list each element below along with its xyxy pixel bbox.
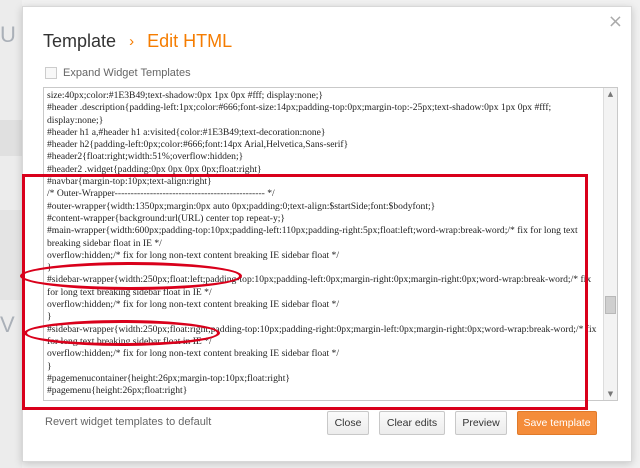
code-line[interactable]: size:40px;color:#1E3B49;text-shadow:0px … <box>47 90 600 102</box>
code-line[interactable]: #header h2{padding-left:0px;color:#666;f… <box>47 139 600 151</box>
code-line[interactable]: #pagemenu{height:26px;float:right} <box>47 385 600 397</box>
code-line[interactable]: } <box>47 262 600 274</box>
expand-widget-label: Expand Widget Templates <box>63 67 191 79</box>
scroll-up-icon[interactable]: ▲ <box>604 88 617 100</box>
expand-widget-templates-option[interactable]: Expand Widget Templates <box>45 67 191 79</box>
background-text: U <box>0 22 16 47</box>
expand-widget-checkbox[interactable] <box>45 67 57 79</box>
breadcrumb-template[interactable]: Template <box>43 31 116 51</box>
close-button[interactable]: Close <box>327 411 369 435</box>
dialog-title: Template › Edit HTML <box>43 31 232 52</box>
revert-widget-templates-link[interactable]: Revert widget templates to default <box>45 416 211 428</box>
code-line[interactable]: #main-wrapper{width:600px;padding-top:10… <box>47 225 600 250</box>
code-line[interactable]: #pagemenucontainer{height:26px;margin-to… <box>47 373 600 385</box>
code-line[interactable]: #header h1 a,#header h1 a:visited{color:… <box>47 127 600 139</box>
background-panel <box>0 120 22 156</box>
code-line[interactable]: overflow:hidden;/* fix for long non-text… <box>47 299 600 311</box>
edit-html-dialog: × Template › Edit HTML Expand Widget Tem… <box>22 6 632 462</box>
save-template-button[interactable]: Save template <box>517 411 597 435</box>
clear-edits-button[interactable]: Clear edits <box>379 411 445 435</box>
code-line[interactable]: #sidebar-wrapper{width:250px;float:right… <box>47 324 600 349</box>
code-line[interactable]: overflow:hidden;/* fix for long non-text… <box>47 348 600 360</box>
breadcrumb-separator-icon: › <box>129 33 135 50</box>
background-panel <box>0 210 22 300</box>
code-line[interactable]: #outer-wrapper{width:1350px;margin:0px a… <box>47 201 600 213</box>
code-line[interactable]: /* Outer-Wrapper------------------------… <box>47 188 600 200</box>
breadcrumb-current: Edit HTML <box>147 31 233 51</box>
editor-scrollbar[interactable]: ▲ ▼ <box>603 88 617 400</box>
code-line[interactable]: } <box>47 311 600 323</box>
scroll-thumb[interactable] <box>605 296 616 314</box>
close-icon[interactable]: × <box>608 13 623 31</box>
background-text: V <box>0 312 15 337</box>
code-line[interactable]: overflow:hidden;/* fix for long non-text… <box>47 250 600 262</box>
code-line[interactable]: #content-wrapper{background:url(URL) cen… <box>47 213 600 225</box>
code-editor[interactable]: size:40px;color:#1E3B49;text-shadow:0px … <box>43 87 618 401</box>
code-line[interactable]: #header .description{padding-left:1px;co… <box>47 102 600 127</box>
scroll-down-icon[interactable]: ▼ <box>604 388 617 400</box>
preview-button[interactable]: Preview <box>455 411 507 435</box>
code-line[interactable]: #navbar{margin-top:10px;text-align:right… <box>47 176 600 188</box>
code-line[interactable]: } <box>47 361 600 373</box>
code-text[interactable]: size:40px;color:#1E3B49;text-shadow:0px … <box>47 90 600 397</box>
code-line[interactable]: #sidebar-wrapper{width:250px;float:left;… <box>47 274 600 299</box>
code-line[interactable]: #header2{float:right;width:51%;overflow:… <box>47 151 600 163</box>
code-line[interactable]: #header2 .widget{padding:0px 0px 0px 0px… <box>47 164 600 176</box>
